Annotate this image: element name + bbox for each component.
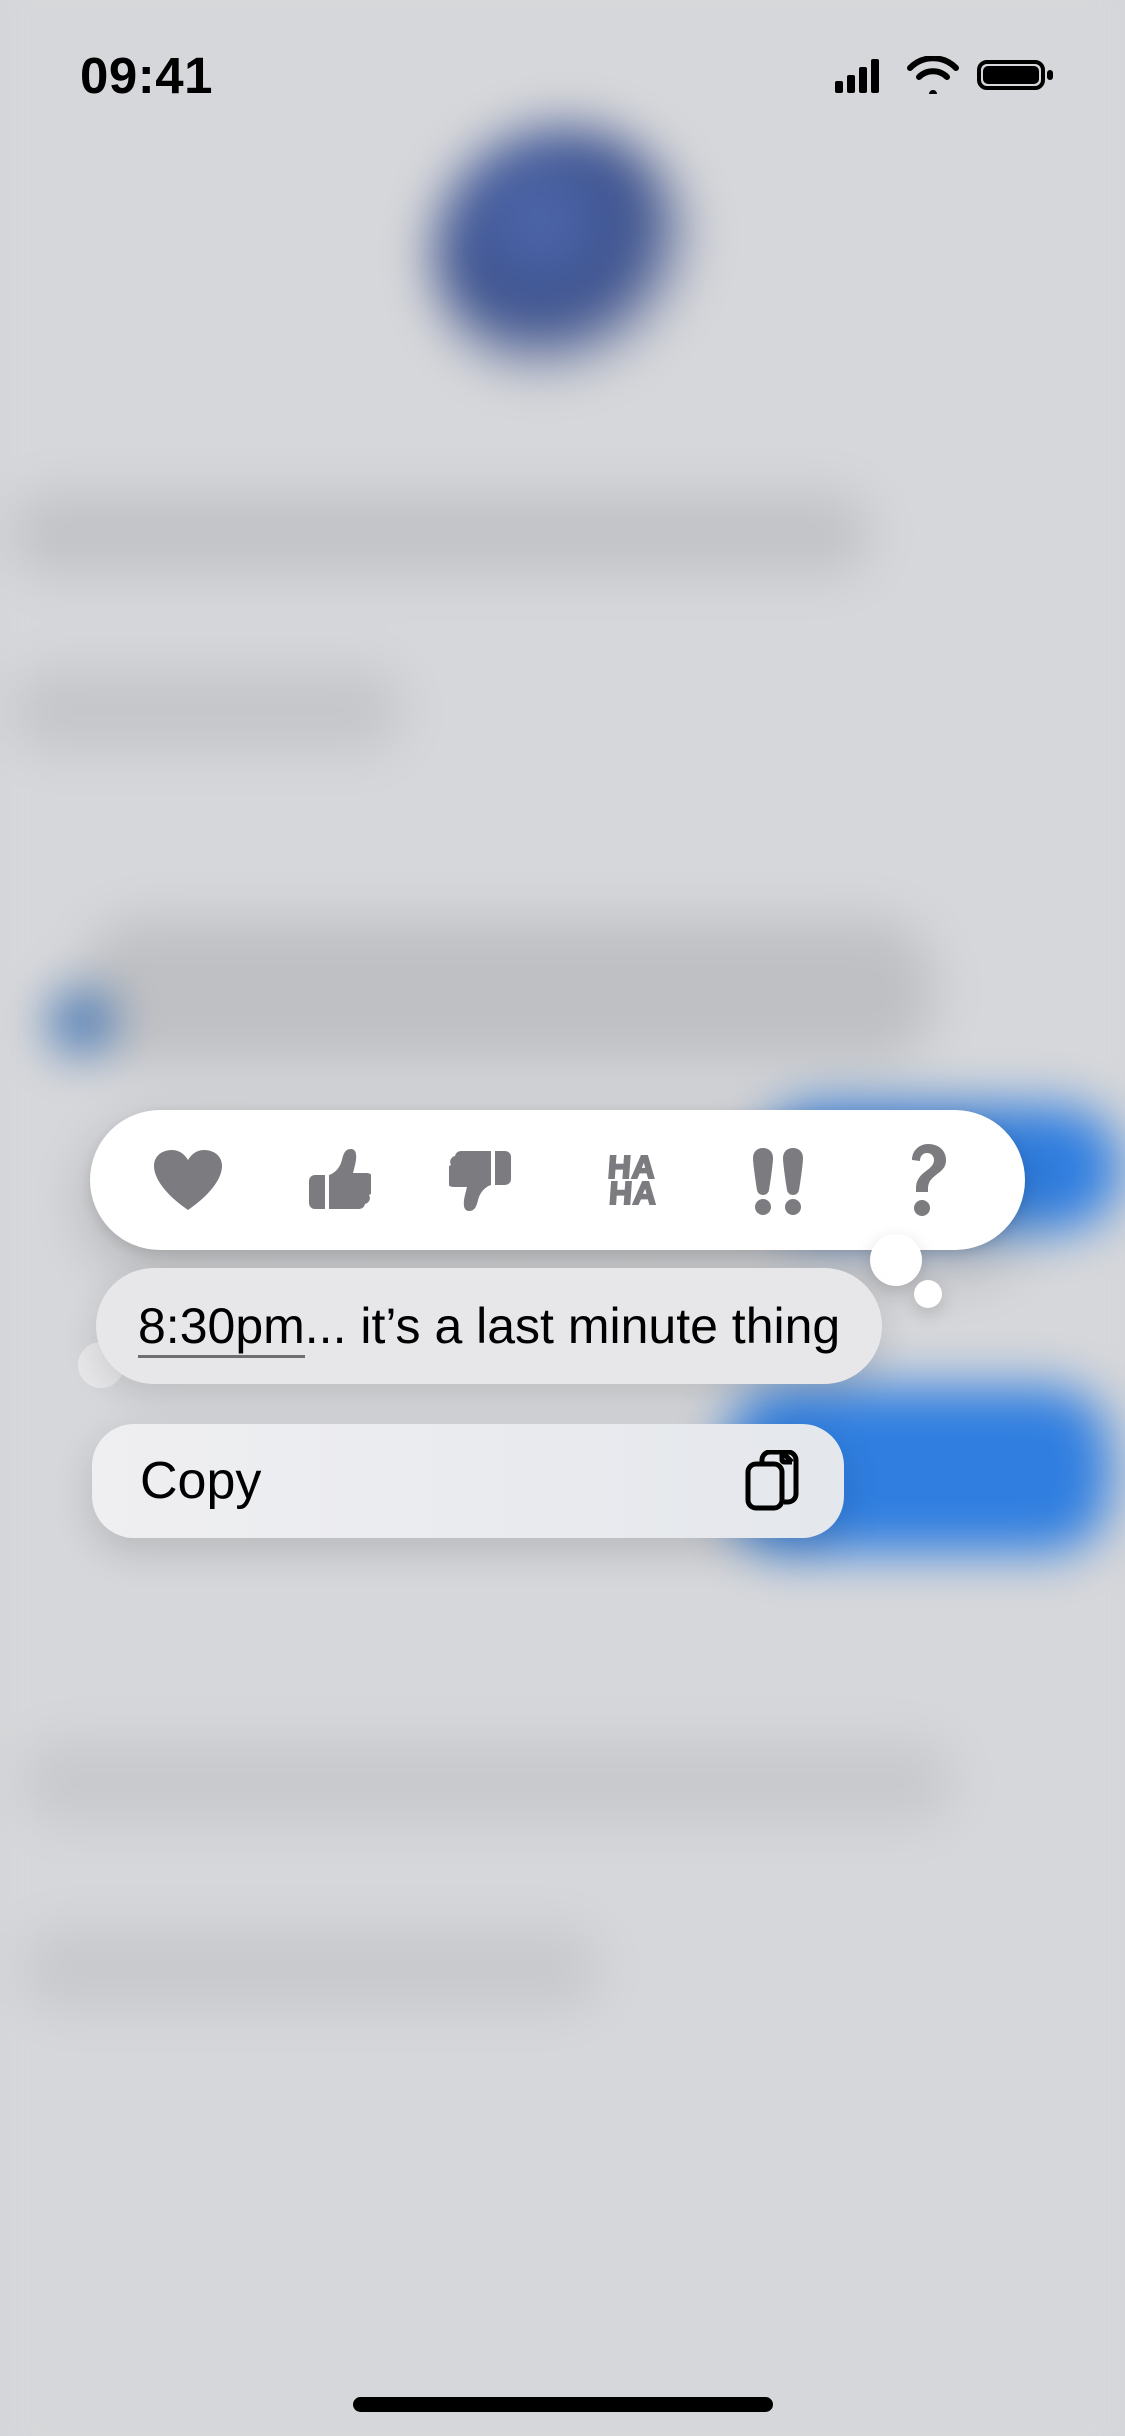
status-time: 09:41 <box>80 46 213 105</box>
context-overlay[interactable]: HA HA <box>0 0 1125 2436</box>
copy-action[interactable]: Copy <box>92 1424 844 1538</box>
battery-icon <box>977 56 1055 94</box>
thumbs-down-icon <box>449 1145 519 1215</box>
status-icons <box>835 56 1055 94</box>
tapback-haha[interactable]: HA HA <box>571 1120 691 1240</box>
selected-message-bubble[interactable]: 8:30pm... it’s a last minute thing <box>96 1268 882 1384</box>
tapback-question[interactable] <box>867 1120 987 1240</box>
message-rest: ... it’s a last minute thing <box>305 1298 840 1354</box>
heart-icon <box>152 1148 224 1212</box>
copy-label: Copy <box>140 1451 261 1511</box>
tapback-tail-small <box>914 1280 942 1308</box>
double-exclamation-icon <box>751 1144 807 1216</box>
home-indicator[interactable] <box>353 2397 773 2412</box>
tapback-thumbs-up[interactable] <box>276 1120 396 1240</box>
tapback-bar: HA HA <box>90 1110 1025 1250</box>
haha-icon: HA HA <box>604 1154 658 1206</box>
question-mark-icon <box>902 1142 952 1218</box>
tapback-emphasize[interactable] <box>719 1120 839 1240</box>
tapback-heart[interactable] <box>128 1120 248 1240</box>
status-bar: 09:41 <box>0 0 1125 150</box>
tapback-thumbs-down[interactable] <box>424 1120 544 1240</box>
cellular-icon <box>835 57 889 93</box>
wifi-icon <box>907 56 959 94</box>
message-text: 8:30pm... it’s a last minute thing <box>138 1299 840 1354</box>
message-time-link[interactable]: 8:30pm <box>138 1298 305 1358</box>
tapback-tail <box>870 1234 922 1286</box>
thumbs-up-icon <box>301 1145 371 1215</box>
haha-line2: HA <box>608 1180 658 1206</box>
copy-icon <box>744 1450 800 1512</box>
